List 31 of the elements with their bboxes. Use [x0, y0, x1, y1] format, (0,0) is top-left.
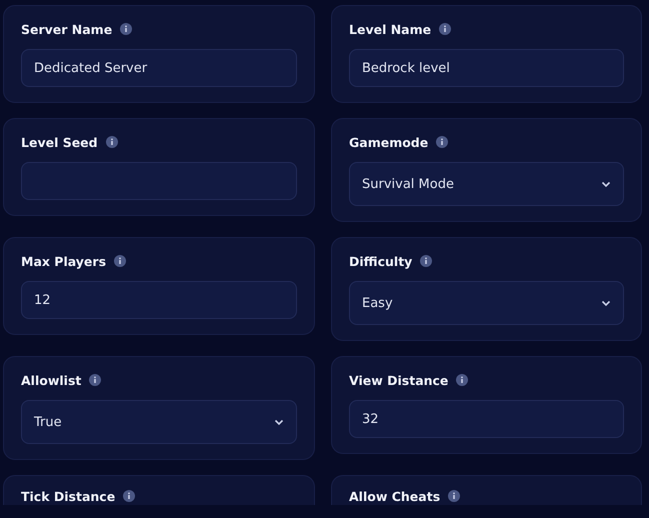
text-field[interactable]: 32 — [349, 400, 624, 438]
chevron-down-icon — [601, 300, 611, 306]
field-label: Allowlist — [21, 372, 82, 388]
select-dropdown[interactable]: True — [21, 400, 297, 444]
field-label: Max Players — [21, 254, 106, 268]
chevron-down-icon — [601, 180, 611, 188]
info-icon[interactable] — [420, 255, 432, 267]
info-icon[interactable] — [456, 374, 468, 386]
chevron-down-icon — [274, 418, 284, 426]
info-icon[interactable] — [448, 490, 460, 502]
field-label: Gamemode — [349, 134, 428, 150]
info-icon[interactable] — [436, 136, 448, 148]
info-icon[interactable] — [120, 23, 132, 35]
select-dropdown[interactable]: Easy — [349, 281, 624, 325]
text-field[interactable]: 12 — [21, 281, 297, 319]
field-label: Allow Cheats — [349, 488, 440, 504]
info-icon[interactable] — [114, 255, 126, 267]
field-label: Difficulty — [349, 254, 412, 268]
text-field[interactable]: Dedicated Server — [21, 49, 297, 87]
info-icon[interactable] — [123, 490, 136, 502]
text-field[interactable]: Bedrock level — [349, 49, 624, 87]
info-icon[interactable] — [439, 23, 452, 35]
field-label: Level Seed — [21, 134, 98, 150]
text-field[interactable] — [21, 162, 297, 200]
info-icon[interactable] — [106, 136, 118, 148]
field-label: View Distance — [349, 372, 448, 388]
field-label: Tick Distance — [21, 488, 116, 504]
field-label: Server Name — [21, 22, 112, 36]
info-icon[interactable] — [89, 374, 102, 386]
select-dropdown[interactable]: Survival Mode — [349, 162, 624, 206]
field-label: Level Name — [349, 22, 432, 36]
